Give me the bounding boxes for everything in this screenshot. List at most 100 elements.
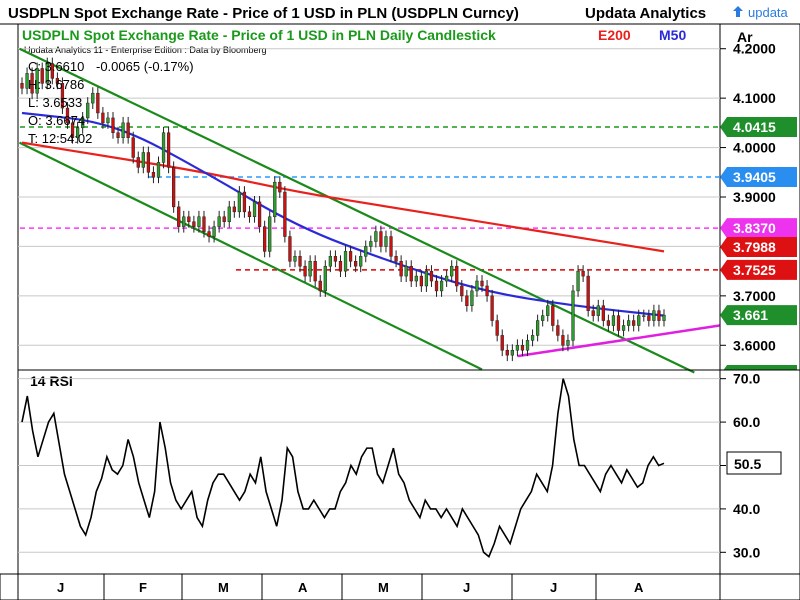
candle-body	[591, 310, 595, 316]
candle-body	[328, 256, 332, 267]
month-label: J	[550, 580, 557, 595]
candle-body	[303, 265, 307, 277]
candle-body	[561, 335, 565, 346]
candle-body	[116, 132, 120, 138]
candle-body	[101, 112, 105, 124]
rsi-line	[21, 378, 665, 558]
candle-body	[525, 340, 530, 351]
candle	[571, 284, 575, 347]
candle-body	[348, 251, 353, 262]
candle	[394, 250, 398, 268]
candle	[308, 255, 312, 283]
candle	[445, 270, 449, 287]
candle-body	[515, 345, 520, 351]
candle-body	[232, 206, 236, 213]
candle	[288, 230, 292, 268]
candle	[601, 299, 605, 327]
rsi-series-line	[21, 378, 665, 558]
rsi-axis-label: 30.0	[733, 544, 760, 560]
candle-body	[662, 314, 666, 321]
candle	[586, 270, 590, 317]
candle-body	[131, 137, 135, 158]
candle-body	[571, 290, 575, 341]
candle	[632, 314, 636, 332]
candle-body	[141, 152, 145, 168]
candle-body	[535, 320, 540, 336]
candle-body	[247, 211, 252, 218]
candle-body	[333, 256, 338, 262]
candle-body	[172, 167, 176, 208]
candle-body	[151, 172, 156, 178]
level-tag-label: 3.7525	[733, 262, 776, 278]
candle	[273, 176, 277, 223]
candle	[96, 87, 100, 119]
candle	[257, 196, 262, 233]
rsi-last-value: 50.5	[734, 456, 761, 472]
price-axis-label: 4.0000	[733, 140, 776, 156]
candle	[475, 275, 479, 297]
updata-logo-text: updata	[748, 5, 789, 20]
candle	[647, 309, 651, 327]
candle	[556, 319, 560, 342]
candle-body	[308, 261, 312, 277]
candle-body	[242, 191, 247, 213]
candle	[596, 299, 600, 322]
candle-body	[374, 231, 378, 242]
month-label: A	[298, 580, 308, 595]
candle	[359, 250, 363, 273]
candle	[515, 339, 520, 357]
candle-body	[343, 251, 348, 272]
candle	[525, 334, 530, 357]
candle	[399, 255, 403, 283]
updata-logo-icon	[733, 6, 743, 17]
candle	[126, 116, 130, 144]
candle-body	[202, 216, 206, 232]
candle-body	[126, 122, 130, 138]
candle	[303, 260, 307, 283]
candle	[616, 309, 621, 337]
candle	[389, 230, 393, 263]
candle	[278, 176, 282, 198]
candle-body	[596, 305, 600, 316]
candle-body	[520, 345, 525, 351]
price-gridlines	[18, 48, 720, 346]
candle	[111, 111, 115, 139]
candle	[227, 200, 231, 228]
candle-body	[500, 335, 504, 351]
candle-body	[586, 275, 590, 311]
candle-body	[257, 201, 262, 227]
updata-logo[interactable]: updata	[733, 5, 789, 20]
level-tag-label: 3.7988	[733, 239, 776, 255]
price-axis-label: 4.1000	[733, 90, 776, 106]
candle-body	[460, 285, 464, 297]
credit-line: Updata Analytics 11 - Enterprise Edition…	[24, 45, 266, 55]
candle-body	[96, 92, 100, 114]
chart-canvas: USDPLN Spot Exchange Rate - Price of 1 U…	[0, 5, 800, 600]
candlesticks	[20, 57, 666, 362]
chart-title: USDPLN Spot Exchange Rate - Price of 1 U…	[8, 5, 519, 22]
price-axis-label: 3.7000	[733, 288, 776, 304]
candle	[485, 280, 489, 302]
candle-body	[222, 216, 226, 222]
candle	[333, 250, 338, 268]
rsi-axis-label: 40.0	[733, 501, 760, 517]
candle-body	[439, 280, 444, 292]
candle-body	[626, 320, 631, 326]
candle-body	[237, 191, 241, 213]
candle-body	[611, 315, 616, 326]
candle	[217, 210, 221, 233]
candle	[495, 314, 499, 342]
candle	[182, 210, 186, 233]
month-label: J	[463, 580, 470, 595]
candle-body	[480, 280, 484, 287]
candle	[369, 235, 373, 253]
candle-body	[86, 102, 90, 119]
candle	[652, 304, 656, 327]
candle	[232, 200, 236, 218]
price-axis-label: 3.9000	[733, 189, 776, 205]
month-label: A	[634, 580, 644, 595]
candle-body	[227, 206, 231, 222]
level-tag-e200-tag: 3.7988	[720, 237, 797, 258]
candle	[161, 126, 166, 169]
candle-body	[429, 270, 434, 282]
